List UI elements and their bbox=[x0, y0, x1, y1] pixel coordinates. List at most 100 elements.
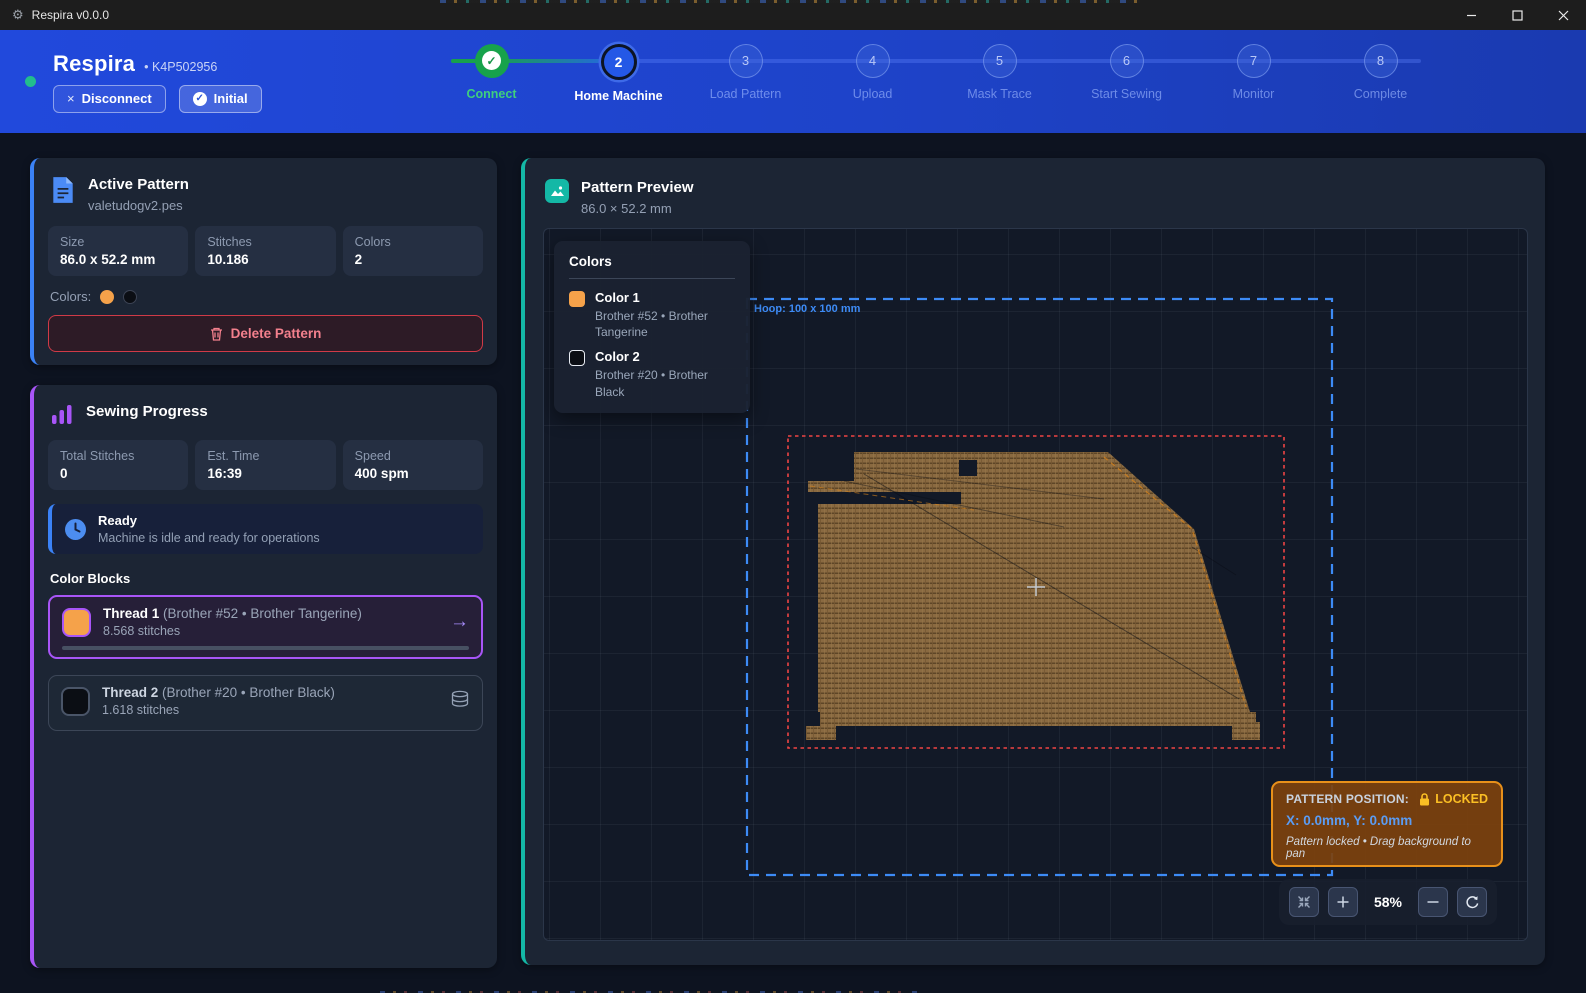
thread-1-swatch bbox=[62, 608, 91, 637]
delete-pattern-button[interactable]: Delete Pattern bbox=[48, 315, 483, 352]
step-complete[interactable]: 8 Complete bbox=[1317, 44, 1444, 103]
sewing-progress-card: Sewing Progress Total Stitches 0 Est. Ti… bbox=[30, 385, 497, 968]
plus-icon bbox=[1336, 895, 1350, 909]
step-label: Monitor bbox=[1233, 87, 1275, 101]
pattern-dimensions: 86.0 × 52.2 mm bbox=[581, 201, 694, 216]
step-circle-connect: ✓ bbox=[475, 44, 509, 78]
pattern-position-overlay: PATTERN POSITION: LOCKED X: 0.0mm, Y: 0.… bbox=[1271, 781, 1503, 867]
reset-view-button[interactable] bbox=[1457, 887, 1487, 917]
step-upload[interactable]: 4 Upload bbox=[809, 44, 936, 103]
initial-button[interactable]: ✓ Initial bbox=[179, 85, 262, 113]
pattern-preview-title: Pattern Preview bbox=[581, 179, 694, 196]
background-window-sliver bbox=[440, 0, 1140, 3]
check-icon: ✓ bbox=[482, 51, 501, 70]
zoom-level: 58% bbox=[1367, 894, 1409, 910]
stat-stitches: Stitches 10.186 bbox=[195, 226, 335, 276]
step-label: Complete bbox=[1354, 87, 1408, 101]
window-titlebar[interactable]: ⚙ Respira v0.0.0 bbox=[0, 0, 1586, 30]
status-description: Machine is idle and ready for operations bbox=[98, 531, 320, 545]
refresh-icon bbox=[1464, 894, 1480, 910]
position-hint: Pattern locked • Drag background to pan bbox=[1286, 836, 1488, 860]
stat-est-time: Est. Time 16:39 bbox=[195, 440, 335, 490]
preview-canvas[interactable]: Hoop: 100 x 100 mm Colors Color 1 Brothe… bbox=[543, 228, 1528, 941]
app-header: Respira • K4P502956 × Disconnect ✓ Initi… bbox=[0, 30, 1586, 133]
position-coordinates: X: 0.0mm, Y: 0.0mm bbox=[1286, 813, 1488, 828]
disconnect-label: Disconnect bbox=[82, 91, 152, 106]
step-circle: 3 bbox=[729, 44, 763, 78]
arrow-right-icon: → bbox=[450, 611, 469, 633]
thread-1-stitches: 8.568 stitches bbox=[103, 624, 362, 638]
step-circle: 7 bbox=[1237, 44, 1271, 78]
legend-divider bbox=[569, 278, 735, 279]
step-circle-home: 2 bbox=[601, 44, 637, 80]
machine-status-banner: Ready Machine is idle and ready for oper… bbox=[48, 504, 483, 554]
thread-2-swatch bbox=[61, 687, 90, 716]
thread-1-name: Thread 1 (Brother #52 • Brother Tangerin… bbox=[103, 606, 362, 621]
stat-total-stitches: Total Stitches 0 bbox=[48, 440, 188, 490]
clock-icon bbox=[64, 518, 87, 541]
legend-title: Colors bbox=[569, 254, 735, 269]
step-label: Load Pattern bbox=[710, 87, 782, 101]
app-icon: ⚙ bbox=[12, 7, 24, 23]
hoop-size-label: Hoop: 100 x 100 mm bbox=[754, 303, 860, 315]
thread-2-block[interactable]: Thread 2 (Brother #20 • Brother Black) 1… bbox=[48, 675, 483, 731]
fit-screen-icon bbox=[1296, 894, 1312, 910]
maximize-icon bbox=[1512, 10, 1523, 21]
workflow-stepper: ✓ Connect 2 Home Machine 3 Load Pattern … bbox=[428, 44, 1444, 120]
step-circle: 5 bbox=[983, 44, 1017, 78]
legend-swatch-1 bbox=[569, 291, 585, 307]
layers-icon bbox=[450, 690, 470, 713]
step-label: Home Machine bbox=[574, 89, 662, 103]
zoom-controls: 58% bbox=[1279, 879, 1497, 925]
connection-status-dot bbox=[25, 76, 36, 87]
close-x-icon: × bbox=[67, 91, 75, 106]
zoom-out-button[interactable] bbox=[1418, 887, 1448, 917]
step-home-machine[interactable]: 2 Home Machine bbox=[555, 44, 682, 103]
fit-to-screen-button[interactable] bbox=[1289, 887, 1319, 917]
active-pattern-card: Active Pattern valetudogv2.pes Size 86.0… bbox=[30, 158, 497, 365]
zoom-in-button[interactable] bbox=[1328, 887, 1358, 917]
machine-serial: • K4P502956 bbox=[144, 60, 217, 74]
image-icon bbox=[545, 179, 569, 203]
step-load-pattern[interactable]: 3 Load Pattern bbox=[682, 44, 809, 103]
stat-speed: Speed 400 spm bbox=[343, 440, 483, 490]
file-icon bbox=[50, 176, 76, 204]
step-connect[interactable]: ✓ Connect bbox=[428, 44, 555, 103]
step-mask-trace[interactable]: 5 Mask Trace bbox=[936, 44, 1063, 103]
lock-icon bbox=[1419, 793, 1430, 806]
step-start-sewing[interactable]: 6 Start Sewing bbox=[1063, 44, 1190, 103]
maximize-button[interactable] bbox=[1494, 0, 1540, 30]
initial-label: Initial bbox=[214, 91, 248, 106]
step-label: Mask Trace bbox=[967, 87, 1032, 101]
trash-icon bbox=[210, 327, 223, 341]
disconnect-button[interactable]: × Disconnect bbox=[53, 85, 166, 113]
pattern-filename: valetudogv2.pes bbox=[88, 198, 189, 213]
delete-pattern-label: Delete Pattern bbox=[231, 326, 322, 341]
legend-entry-color1: Color 1 Brother #52 • Brother Tangerine bbox=[569, 290, 735, 340]
step-label: Start Sewing bbox=[1091, 87, 1162, 101]
colors-label: Colors: bbox=[50, 289, 91, 304]
stat-size: Size 86.0 x 52.2 mm bbox=[48, 226, 188, 276]
step-circle: 4 bbox=[856, 44, 890, 78]
thread-1-block[interactable]: Thread 1 (Brother #52 • Brother Tangerin… bbox=[48, 595, 483, 659]
close-button[interactable] bbox=[1540, 0, 1586, 30]
minimize-icon bbox=[1466, 10, 1477, 21]
stitch-pattern bbox=[806, 452, 1260, 740]
minus-icon bbox=[1426, 895, 1440, 909]
step-label: Connect bbox=[467, 87, 517, 101]
sewing-progress-title: Sewing Progress bbox=[86, 403, 208, 420]
status-title: Ready bbox=[98, 513, 320, 528]
minimize-button[interactable] bbox=[1448, 0, 1494, 30]
pattern-preview-card: Pattern Preview 86.0 × 52.2 mm bbox=[521, 158, 1545, 965]
legend-entry-color2: Color 2 Brother #20 • Brother Black bbox=[569, 349, 735, 399]
color-dot-orange bbox=[100, 290, 114, 304]
thread-2-stitches: 1.618 stitches bbox=[102, 703, 335, 717]
thread-2-name: Thread 2 (Brother #20 • Brother Black) bbox=[102, 685, 335, 700]
colors-legend: Colors Color 1 Brother #52 • Brother Tan… bbox=[554, 241, 750, 413]
stat-colors: Colors 2 bbox=[343, 226, 483, 276]
step-monitor[interactable]: 7 Monitor bbox=[1190, 44, 1317, 103]
step-circle: 6 bbox=[1110, 44, 1144, 78]
bar-chart-icon bbox=[50, 403, 74, 427]
step-circle: 8 bbox=[1364, 44, 1398, 78]
color-blocks-heading: Color Blocks bbox=[50, 571, 481, 586]
